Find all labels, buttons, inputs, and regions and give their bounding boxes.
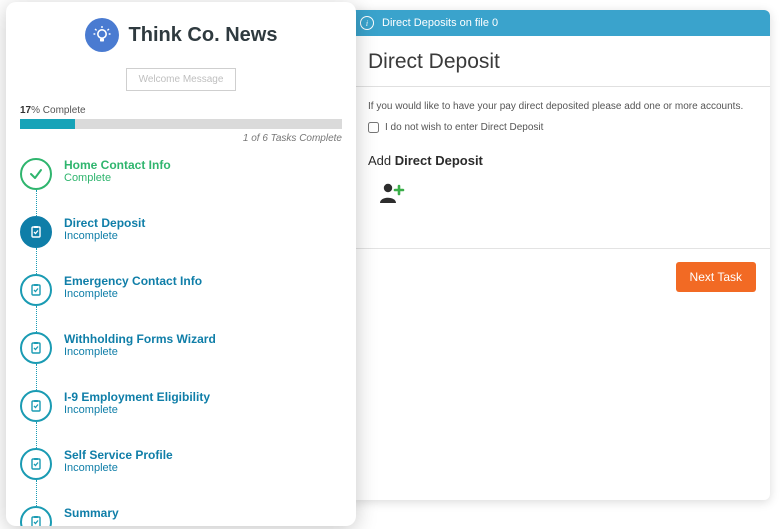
connector-line	[36, 480, 37, 508]
add-prefix: Add	[368, 153, 395, 168]
progress-percent: 17	[20, 105, 31, 116]
clipboard-icon	[20, 216, 52, 248]
status-bar-text: Direct Deposits on file 0	[382, 17, 498, 29]
panel-status-bar: i Direct Deposits on file 0	[350, 10, 770, 36]
progress-label: 17% Complete	[20, 105, 342, 116]
task-title: Self Service Profile	[64, 448, 173, 462]
next-task-button[interactable]: Next Task	[676, 262, 756, 292]
connector-line	[36, 190, 37, 218]
panel-heading: Direct Deposit	[350, 36, 770, 86]
instruction-text: If you would like to have your pay direc…	[368, 101, 752, 112]
connector-line	[36, 248, 37, 276]
task-emergency-contact[interactable]: Emergency Contact Info Incomplete	[20, 274, 342, 332]
brand-logo	[85, 18, 119, 52]
task-status: Complete	[64, 172, 171, 185]
optout-label: I do not wish to enter Direct Deposit	[385, 122, 543, 133]
tasks-complete-label: 1 of 6 Tasks Complete	[20, 133, 342, 144]
progress-fill	[20, 119, 75, 129]
task-status: Incomplete	[64, 230, 145, 243]
task-home-contact-info[interactable]: Home Contact Info Complete	[20, 158, 342, 216]
brand-name: Think Co. News	[129, 24, 278, 47]
clipboard-icon	[20, 506, 52, 526]
task-withholding-forms[interactable]: Withholding Forms Wizard Incomplete	[20, 332, 342, 390]
task-title: Emergency Contact Info	[64, 274, 202, 288]
task-direct-deposit[interactable]: Direct Deposit Incomplete	[20, 216, 342, 274]
add-person-icon	[378, 182, 406, 204]
clipboard-icon	[20, 332, 52, 364]
optout-checkbox[interactable]	[368, 122, 379, 133]
add-section-title: Add Direct Deposit	[368, 153, 752, 168]
clipboard-icon	[20, 274, 52, 306]
task-status: Incomplete	[64, 288, 202, 301]
task-title: I-9 Employment Eligibility	[64, 390, 210, 404]
clipboard-icon	[20, 448, 52, 480]
task-title: Home Contact Info	[64, 158, 171, 172]
clipboard-icon	[20, 390, 52, 422]
progress-bar	[20, 119, 342, 129]
lightbulb-icon	[92, 25, 112, 45]
connector-line	[36, 306, 37, 334]
task-title: Summary	[64, 506, 119, 520]
task-i9-eligibility[interactable]: I-9 Employment Eligibility Incomplete	[20, 390, 342, 448]
progress-suffix: % Complete	[31, 105, 85, 116]
check-icon	[20, 158, 52, 190]
task-status: Incomplete	[64, 404, 210, 417]
task-self-service-profile[interactable]: Self Service Profile Incomplete	[20, 448, 342, 506]
optout-row[interactable]: I do not wish to enter Direct Deposit	[368, 122, 752, 133]
connector-line	[36, 422, 37, 450]
welcome-message-button[interactable]: Welcome Message	[126, 68, 237, 91]
add-bold: Direct Deposit	[395, 153, 483, 168]
panel-body: If you would like to have your pay direc…	[350, 87, 770, 223]
divider	[350, 248, 770, 249]
task-title: Direct Deposit	[64, 216, 145, 230]
add-account-button[interactable]	[368, 178, 416, 208]
brand-header: Think Co. News	[20, 18, 342, 52]
direct-deposit-panel: i Direct Deposits on file 0 Direct Depos…	[350, 10, 770, 500]
task-status: Incomplete	[64, 346, 216, 359]
task-title: Withholding Forms Wizard	[64, 332, 216, 346]
onboarding-tasks-panel: Think Co. News Welcome Message 17% Compl…	[6, 2, 356, 526]
info-icon: i	[360, 16, 374, 30]
task-list: Home Contact Info Complete Direct Deposi…	[20, 158, 342, 526]
connector-line	[36, 364, 37, 392]
task-summary[interactable]: Summary	[20, 506, 342, 526]
task-status: Incomplete	[64, 462, 173, 475]
